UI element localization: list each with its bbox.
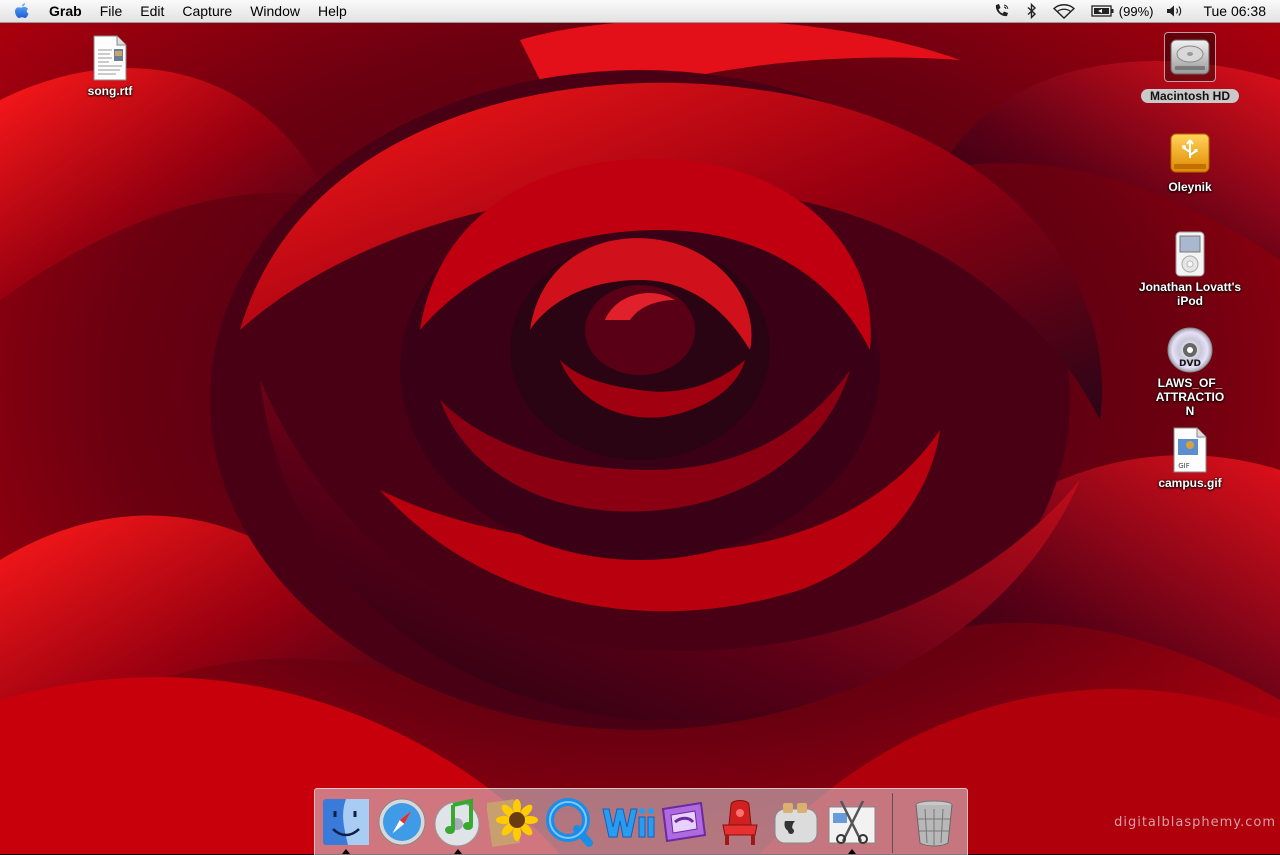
dock-item-red-chair[interactable] — [713, 795, 767, 849]
battery-menu-extra[interactable]: (99%) — [1083, 0, 1158, 22]
desktop-icon-label: Macintosh HD — [1140, 89, 1239, 103]
dock-item-itunes[interactable] — [431, 795, 485, 849]
wifi-icon — [1052, 4, 1075, 19]
battery-icon — [1091, 5, 1114, 17]
desktop-icon-label: LAWS_OF_ATTRACTION — [1155, 376, 1225, 418]
desktop-icon-label: campus.gif — [1158, 476, 1222, 490]
running-indicator-finder — [342, 849, 350, 854]
trash-icon — [915, 800, 953, 847]
dock-item-grab[interactable] — [825, 795, 879, 849]
safari-compass-icon — [378, 798, 426, 846]
dock-item-trash[interactable] — [907, 795, 961, 849]
dock-item-wii-channel[interactable] — [657, 795, 711, 849]
dock-item-wii[interactable] — [599, 795, 655, 849]
gif-document-icon: GIF — [1173, 427, 1207, 473]
running-indicator-itunes — [454, 849, 462, 854]
apple-logo-icon — [15, 3, 29, 18]
menu-extras: (99%) Tue 06:38 — [985, 0, 1280, 22]
dock-separator — [892, 793, 893, 853]
desktop-icon-label: Oleynik — [1168, 180, 1212, 194]
ipod-icon — [1175, 231, 1205, 277]
menu-file[interactable]: File — [91, 0, 132, 22]
sunflower-icon — [486, 799, 538, 847]
airport-menu-extra[interactable] — [1045, 0, 1083, 22]
phone-menu-extra[interactable] — [985, 0, 1019, 22]
dock — [314, 788, 968, 855]
itunes-icon — [434, 798, 480, 847]
dock-item-quicktime[interactable] — [543, 795, 597, 849]
volume-menu-extra[interactable] — [1157, 0, 1193, 22]
bluetooth-icon — [1027, 3, 1036, 19]
wallpaper-watermark: digitalblasphemy.com — [1114, 815, 1276, 830]
menu-edit[interactable]: Edit — [131, 0, 173, 22]
menu-bar: Grab File Edit Capture Window Help (99%)… — [0, 0, 1280, 23]
desktop-icon-label: Jonathan Lovatt's iPod — [1138, 280, 1242, 308]
desktop-icon-ipod[interactable]: Jonathan Lovatt's iPod — [1135, 230, 1245, 310]
dock-item-toast[interactable] — [769, 795, 823, 849]
menu-capture[interactable]: Capture — [173, 0, 241, 22]
menu-help[interactable]: Help — [309, 0, 356, 22]
wii-channel-icon — [661, 801, 707, 843]
finder-icon — [323, 799, 369, 845]
desktop-icon-dvd[interactable]: DVD LAWS_OF_ATTRACTION — [1135, 326, 1245, 420]
dvd-icon: DVD — [1167, 327, 1213, 373]
usb-drive-icon — [1170, 133, 1210, 173]
desktop-icon-label: song.rtf — [87, 84, 133, 98]
dock-item-safari[interactable] — [375, 795, 429, 849]
red-chair-icon — [722, 800, 758, 845]
desktop-icon-macintosh-hd[interactable]: Macintosh HD — [1135, 32, 1245, 105]
wii-logo-icon — [602, 808, 655, 838]
toaster-icon — [774, 803, 818, 844]
menu-clock[interactable]: Tue 06:38 — [1193, 3, 1280, 19]
bluetooth-menu-extra[interactable] — [1019, 0, 1045, 22]
dock-item-iphoto[interactable] — [486, 795, 541, 849]
dock-item-finder[interactable] — [319, 795, 373, 849]
rose-wallpaper — [0, 0, 1280, 854]
speaker-icon — [1167, 5, 1182, 17]
battery-percent: (99%) — [1118, 3, 1154, 19]
phone-icon — [995, 4, 1009, 17]
svg-text:GIF: GIF — [1178, 462, 1190, 470]
svg-text:DVD: DVD — [1179, 359, 1201, 369]
rtf-document-icon — [93, 35, 127, 81]
quicktime-icon — [546, 798, 593, 847]
desktop-icon-song-rtf[interactable]: song.rtf — [55, 34, 165, 100]
menu-app-name[interactable]: Grab — [40, 0, 91, 22]
menu-window[interactable]: Window — [241, 0, 309, 22]
grab-scissors-icon — [828, 800, 876, 844]
selection-highlight — [1164, 32, 1216, 82]
desktop-icon-oleynik[interactable]: Oleynik — [1135, 130, 1245, 196]
hard-drive-icon — [1170, 39, 1210, 75]
running-indicator-grab — [848, 849, 856, 854]
apple-menu[interactable] — [0, 2, 40, 20]
desktop-icon-campus-gif[interactable]: GIF campus.gif — [1135, 426, 1245, 492]
